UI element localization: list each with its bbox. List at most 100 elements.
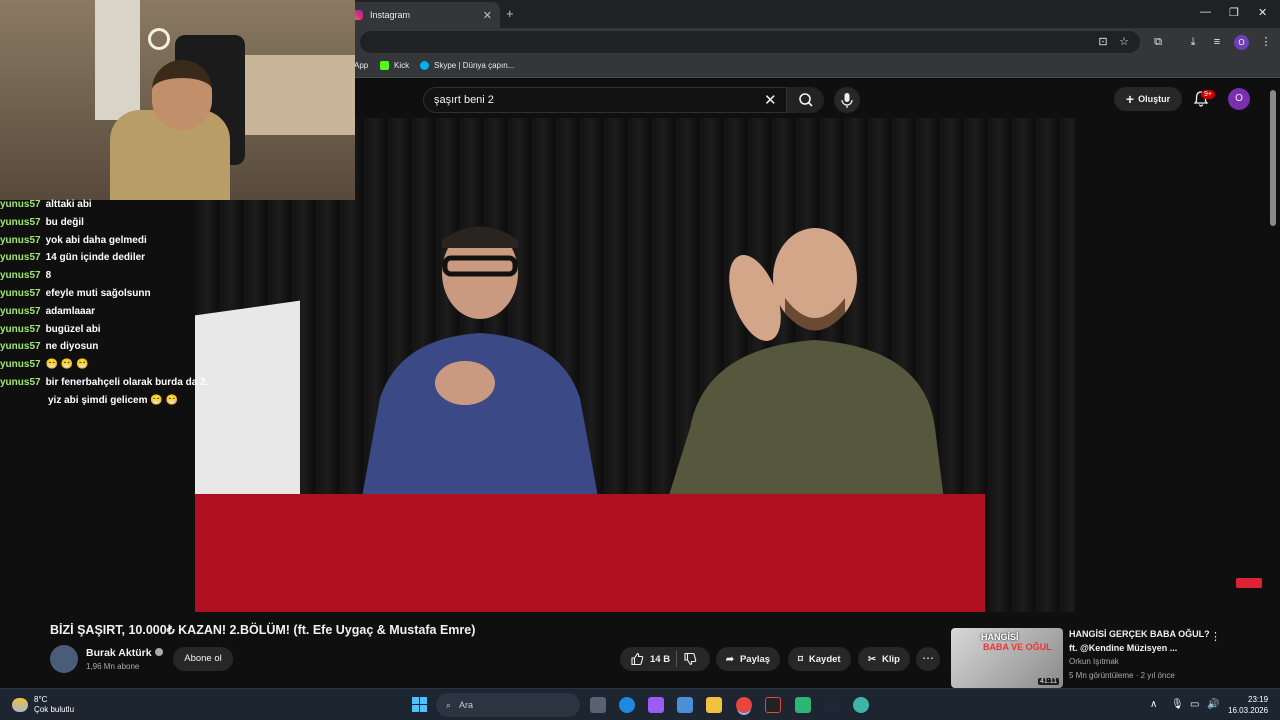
chat-username: yunus57: [0, 323, 41, 335]
recommended-thumbnail[interactable]: HANGİSİ BABA VE OĞUL 41:11: [951, 628, 1063, 688]
chat-message: yunus57 bugüzel abi: [0, 321, 230, 339]
new-tab-icon[interactable]: +: [506, 6, 514, 21]
taskbar-search[interactable]: ⌕ Ara: [436, 693, 580, 717]
cam-streamer-head: [152, 60, 212, 130]
more-actions-icon[interactable]: ⋯: [916, 647, 940, 671]
create-label: Oluştur: [1138, 94, 1171, 104]
copilot-icon[interactable]: [648, 697, 664, 713]
cam-door: [95, 0, 140, 120]
download-icon[interactable]: ⤓: [1186, 35, 1200, 49]
channel-avatar[interactable]: [50, 645, 78, 673]
recommended-menu-icon[interactable]: ⋮: [1210, 630, 1221, 643]
edge-icon[interactable]: [619, 697, 635, 713]
restore-icon[interactable]: ❐: [1229, 6, 1239, 19]
like-icon[interactable]: [630, 652, 644, 666]
microphone-icon: [841, 93, 853, 108]
chat-message: yunus57 adamlaaar: [0, 303, 230, 321]
steam-icon[interactable]: [824, 697, 840, 713]
bookmark-label: App: [354, 61, 369, 70]
create-button[interactable]: + Oluştur: [1114, 87, 1182, 111]
chat-message: yunus57 ne diyosun: [0, 338, 230, 356]
cam-desk: [240, 55, 355, 135]
divider: [676, 651, 678, 667]
clear-search-icon[interactable]: ✕: [764, 91, 777, 109]
bookmark-icon: ⌑: [798, 653, 803, 665]
channel-name[interactable]: Burak Aktürk: [86, 647, 152, 659]
search-box[interactable]: şaşırt beni 2 ✕: [423, 87, 824, 113]
search-button[interactable]: [786, 87, 824, 113]
bookmark-kick[interactable]: Kick: [380, 61, 409, 70]
obs-app-icon[interactable]: [765, 697, 781, 713]
recommended-channel[interactable]: Orkun Işıtmak: [1069, 657, 1119, 666]
chat-username: yunus57: [0, 341, 41, 353]
save-button[interactable]: ⌑ Kaydet: [788, 647, 851, 671]
browser-menu-icon[interactable]: ⋮: [1259, 35, 1273, 49]
system-clock[interactable]: 23:19 16.03.2026: [1228, 694, 1268, 716]
address-bar[interactable]: [360, 31, 1140, 53]
windows-taskbar: 8°C Çok bulutlu ⌕ Ara ∧ 🎙 ▭ 🔊 23:19 16.0…: [0, 688, 1280, 720]
windows-start-icon[interactable]: [412, 697, 427, 712]
scissors-icon: ✂: [868, 653, 876, 665]
bookmark-app[interactable]: App: [354, 61, 368, 70]
minimize-icon[interactable]: —: [1200, 6, 1211, 18]
weather-cloud-icon: [12, 698, 28, 712]
chat-message: yunus57 yok abi daha gelmedi: [0, 232, 230, 250]
share-label: Paylaş: [739, 653, 771, 665]
account-avatar[interactable]: O: [1228, 88, 1250, 110]
thumbnail-text: HANGİSİ: [981, 632, 1019, 642]
chat-username: yunus57: [0, 270, 41, 282]
close-window-icon[interactable]: ✕: [1258, 6, 1267, 19]
chat-username: yunus57: [0, 287, 41, 299]
clip-button[interactable]: ✂ Klip: [858, 647, 910, 671]
close-tab-icon[interactable]: ✕: [483, 9, 492, 22]
chat-text: 😁 😁 😁: [45, 359, 89, 371]
voice-search-button[interactable]: [834, 87, 860, 113]
bookmark-skype[interactable]: Skype | Dünya çapın...: [420, 61, 514, 70]
extensions-icon[interactable]: ⧉: [1151, 35, 1165, 49]
chrome-icon[interactable]: [736, 697, 752, 713]
chat-message: yunus57 😁 😁 😁: [0, 356, 230, 374]
video-title: BİZİ ŞAŞIRT, 10.000₺ KAZAN! 2.BÖLÜM! (ft…: [50, 623, 476, 637]
chat-username: yunus57: [0, 252, 41, 264]
search-icon: ⌕: [446, 699, 452, 710]
weather-widget[interactable]: 8°C Çok bulutlu: [12, 695, 74, 715]
clock-time: 23:19: [1248, 695, 1269, 704]
browser-tab-instagram[interactable]: Instagram ✕: [345, 2, 500, 28]
taskbar-search-placeholder: Ara: [459, 700, 474, 710]
recommended-title[interactable]: HANGİSİ GERÇEK BABA OĞUL?: [1069, 629, 1210, 639]
install-app-icon[interactable]: ⊡: [1096, 35, 1110, 49]
store-icon[interactable]: [677, 697, 693, 713]
bookmark-star-icon[interactable]: ☆: [1117, 35, 1131, 49]
microphone-tray-icon[interactable]: 🎙: [1171, 699, 1184, 710]
volume-icon[interactable]: 🔊: [1207, 699, 1219, 710]
file-explorer-icon[interactable]: [706, 697, 722, 713]
dislike-icon[interactable]: [683, 652, 697, 666]
verified-icon: [154, 648, 163, 656]
app-icon[interactable]: [853, 697, 869, 713]
search-input[interactable]: şaşırt beni 2: [434, 94, 494, 106]
chat-username: yunus57: [0, 216, 41, 228]
screen: Instagram ✕ + — ❐ ✕ ⊡ ☆ ⧉ ⤓ ≡ O ⋮ App Ki…: [0, 0, 1280, 720]
tray-chevron-icon[interactable]: ∧: [1150, 699, 1157, 710]
chat-username: yunus57: [0, 359, 41, 371]
save-label: Kaydet: [808, 653, 841, 665]
reading-list-icon[interactable]: ≡: [1210, 35, 1224, 49]
app-icon[interactable]: [795, 697, 811, 713]
chat-text: yok abi daha gelmedi: [45, 234, 147, 246]
chat-text: bu değil: [45, 216, 84, 228]
like-dislike-group: 14 B: [620, 647, 710, 671]
recommended-subtitle[interactable]: ft. @Kendine Müzisyen ...: [1069, 643, 1177, 653]
subscriber-count: 1,96 Mn abone: [86, 662, 140, 671]
task-view-icon[interactable]: [590, 697, 606, 713]
chat-message: yunus57 14 gün içinde dediler: [0, 249, 230, 267]
browser-profile-avatar[interactable]: O: [1234, 35, 1249, 50]
network-icon[interactable]: ▭: [1190, 699, 1199, 710]
temperature: 8°C: [34, 695, 48, 704]
chat-username: yunus57: [0, 305, 41, 317]
chat-message: yunus57 alttaki abi: [0, 196, 230, 214]
page-scrollbar[interactable]: [1270, 90, 1276, 226]
skype-icon: [420, 61, 429, 70]
share-button[interactable]: ➦ Paylaş: [716, 647, 781, 671]
subscribe-button[interactable]: Abone ol: [173, 647, 233, 671]
channel-name-row[interactable]: Burak Aktürk: [86, 647, 163, 659]
